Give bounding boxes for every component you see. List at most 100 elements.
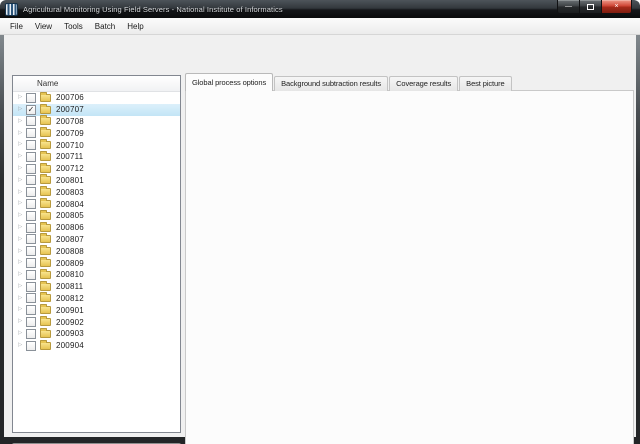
- expander-icon[interactable]: ▷: [18, 331, 26, 337]
- folder-icon: [40, 150, 51, 161]
- tree-item-label: 200707: [56, 105, 84, 115]
- checkbox-200710[interactable]: [26, 140, 36, 151]
- checkbox-200807[interactable]: [26, 234, 36, 245]
- title-bar[interactable]: Agricultural Monitoring Using Field Serv…: [0, 0, 640, 18]
- tree-item-200712[interactable]: ▷ 200712: [13, 162, 180, 175]
- checkbox-200903[interactable]: [26, 328, 36, 339]
- expander-icon[interactable]: ▷: [18, 95, 26, 101]
- tree-item-200706[interactable]: ▷ 200706: [13, 91, 180, 104]
- folder-icon: [40, 316, 51, 327]
- expander-icon[interactable]: ▷: [18, 224, 26, 231]
- directory-tree: Name ▷ 200706 ▷ ✓ 200707 ▷ 200708 ▷ 200709 ▷ 20071…: [12, 75, 181, 433]
- expander-icon[interactable]: ▷: [18, 154, 26, 160]
- checkbox-200810[interactable]: [26, 269, 36, 280]
- folder-icon: [40, 304, 51, 315]
- checkbox-200711[interactable]: [26, 151, 36, 162]
- expander-icon[interactable]: ▷: [18, 189, 26, 196]
- checkbox-200803[interactable]: [26, 187, 36, 198]
- tree-item-200709[interactable]: ▷ 200709: [13, 127, 180, 139]
- folder-icon: [40, 186, 51, 197]
- expander-icon[interactable]: ▷: [18, 213, 26, 219]
- expander-icon[interactable]: ▷: [18, 307, 26, 313]
- checkbox-200709[interactable]: [26, 128, 36, 139]
- minimize-button[interactable]: —: [557, 0, 580, 14]
- tab-global-process-options[interactable]: Global process options: [185, 73, 274, 91]
- folder-icon: [40, 280, 51, 291]
- tree-item-200806[interactable]: ▷ 200806: [13, 221, 180, 234]
- tree-item-200812[interactable]: ▷ 200812: [13, 292, 180, 305]
- folder-icon: [40, 292, 51, 303]
- tree-item-200708[interactable]: ▷ 200708: [13, 115, 180, 128]
- checkbox-200801[interactable]: [26, 175, 36, 186]
- tree-item-200807[interactable]: ▷ 200807: [13, 233, 180, 246]
- expander-icon[interactable]: ▷: [18, 272, 26, 278]
- checkbox-200904[interactable]: [26, 340, 36, 351]
- tree-item-200707[interactable]: ▷ ✓ 200707: [13, 103, 180, 116]
- tree-item-200801[interactable]: ▷ 200801: [13, 174, 180, 187]
- expander-icon[interactable]: ▷: [18, 118, 26, 125]
- tree-item-200710[interactable]: ▷ 200710: [13, 139, 180, 151]
- tree-item-label: 200812: [56, 293, 84, 303]
- tree-item-200904[interactable]: ▷ 200904: [13, 339, 180, 352]
- expander-icon[interactable]: ▷: [18, 106, 26, 113]
- expander-icon[interactable]: ▷: [18, 260, 26, 266]
- tree-item-label: 200902: [56, 317, 84, 327]
- expander-icon[interactable]: ▷: [18, 142, 26, 148]
- menu-item-view[interactable]: View: [29, 18, 58, 35]
- tree-item-200711[interactable]: ▷ 200711: [13, 150, 180, 163]
- checkbox-200902[interactable]: [26, 317, 36, 328]
- expander-icon[interactable]: ▷: [18, 295, 26, 302]
- expander-icon[interactable]: ▷: [18, 201, 26, 207]
- tab-background-subtraction-results[interactable]: Background subtraction results: [274, 76, 389, 91]
- checkbox-200707[interactable]: ✓: [26, 104, 36, 115]
- checkbox-200806[interactable]: [26, 222, 36, 233]
- tree-item-200811[interactable]: ▷ 200811: [13, 280, 180, 293]
- menu-item-tools[interactable]: Tools: [58, 18, 89, 35]
- checkbox-200708[interactable]: [26, 116, 36, 127]
- menu-item-help[interactable]: Help: [121, 18, 149, 35]
- expander-icon[interactable]: ▷: [18, 248, 26, 255]
- tree-item-200809[interactable]: ▷ 200809: [13, 257, 180, 269]
- tree-item-label: 200706: [56, 93, 84, 103]
- tree-item-label: 200711: [56, 152, 84, 162]
- checkbox-200706[interactable]: [26, 92, 36, 103]
- tree-item-label: 200810: [56, 270, 84, 280]
- tree-item-label: 200803: [56, 187, 84, 197]
- expander-icon[interactable]: ▷: [18, 319, 26, 325]
- tree-item-200903[interactable]: ▷ 200903: [13, 327, 180, 340]
- tree-item-200810[interactable]: ▷ 200810: [13, 268, 180, 281]
- tree-item-200902[interactable]: ▷ 200902: [13, 316, 180, 328]
- tree-item-200901[interactable]: ▷ 200901: [13, 304, 180, 316]
- tree-item-label: 200904: [56, 341, 84, 351]
- expander-icon[interactable]: ▷: [18, 165, 26, 172]
- expander-icon[interactable]: ▷: [18, 236, 26, 243]
- tree-item-200803[interactable]: ▷ 200803: [13, 186, 180, 198]
- tree-header-name[interactable]: Name: [13, 76, 180, 92]
- checkbox-200811[interactable]: [26, 281, 36, 292]
- menu-item-batch[interactable]: Batch: [89, 18, 121, 35]
- checkbox-200808[interactable]: [26, 246, 36, 257]
- close-button[interactable]: ×: [602, 0, 632, 14]
- folder-icon: [40, 268, 51, 279]
- maximize-button[interactable]: [580, 0, 602, 14]
- expander-icon[interactable]: ▷: [18, 130, 26, 137]
- checkbox-200809[interactable]: [26, 258, 36, 269]
- tab-coverage-results[interactable]: Coverage results: [389, 76, 459, 91]
- checkbox-200712[interactable]: [26, 163, 36, 174]
- tree-item-label: 200709: [56, 128, 84, 138]
- expander-icon[interactable]: ▷: [18, 342, 26, 349]
- tree-item-200808[interactable]: ▷ 200808: [13, 245, 180, 257]
- expander-icon[interactable]: ▷: [18, 283, 26, 290]
- tree-body: ▷ 200706 ▷ ✓ 200707 ▷ 200708 ▷ 200709 ▷ 200710 ▷ 200…: [13, 91, 180, 352]
- tree-item-200804[interactable]: ▷ 200804: [13, 198, 180, 210]
- checkbox-200804[interactable]: [26, 199, 36, 210]
- tree-item-200805[interactable]: ▷ 200805: [13, 209, 180, 222]
- window-title: Agricultural Monitoring Using Field Serv…: [23, 4, 283, 14]
- checkbox-200805[interactable]: [26, 210, 36, 221]
- checkbox-200901[interactable]: [26, 305, 36, 316]
- checkbox-200812[interactable]: [26, 293, 36, 304]
- expander-icon[interactable]: ▷: [18, 177, 26, 184]
- tree-item-label: 200805: [56, 211, 84, 221]
- menu-item-file[interactable]: File: [4, 18, 29, 35]
- tab-best-picture[interactable]: Best picture: [459, 76, 512, 91]
